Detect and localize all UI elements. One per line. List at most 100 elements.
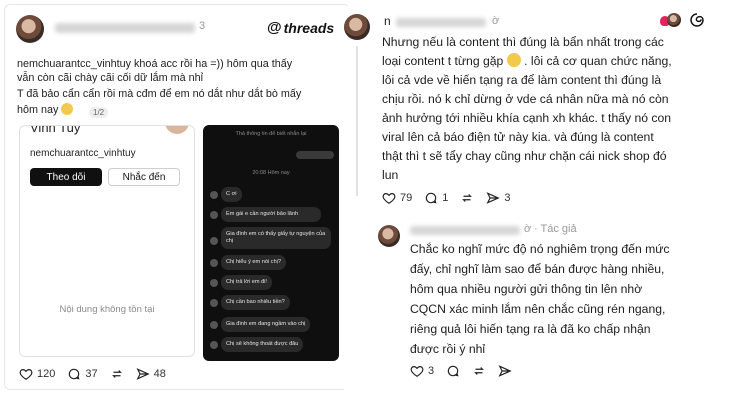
avatar[interactable] (344, 14, 370, 40)
username-initial: n (384, 14, 391, 28)
chat-avatar (210, 279, 218, 287)
post-text-line: vẫn còn cãi chày cãi cối dữ lắm mà nhỉ (17, 72, 204, 84)
chat-avatar (210, 259, 218, 267)
chat-avatar (210, 299, 218, 307)
post-line: Nhưng nếu là content thì đúng là bẩn nhấ… (382, 35, 664, 49)
like-action[interactable]: 120 (19, 367, 55, 381)
post-text-line: T đã bảo cẩn cẩn rồi mà cđm để em nó dắt… (17, 88, 302, 100)
post-line: viral lên cả báo điện tử này kia. và đún… (382, 130, 654, 144)
send-icon (136, 368, 150, 380)
post-time: ờ (492, 15, 500, 27)
post-text-end: hôm nay (17, 104, 59, 116)
repost-action[interactable] (460, 191, 474, 205)
post-line: thật thì t sẽ tẩy chay cũng như chặn cái… (382, 149, 667, 163)
like-count: 3 (428, 365, 435, 377)
share-action[interactable]: 3 (486, 191, 511, 205)
sweat-smile-emoji-icon (61, 103, 74, 115)
reply-action[interactable]: 1 (424, 191, 448, 205)
post-line: lôi cả vde về hiến tạng ra để làm conten… (382, 73, 662, 87)
chat-message: Gia đình em đang ngầm vào chị (221, 317, 311, 332)
reply-count: 1 (442, 192, 449, 204)
post-actions: 3 (410, 364, 524, 378)
username-blurred[interactable] (396, 18, 486, 27)
chat-message: Em gái e cần người bảo lãnh (221, 207, 321, 222)
like-count: 79 (400, 192, 413, 204)
avatar[interactable] (378, 225, 400, 247)
share-action[interactable] (498, 364, 512, 378)
like-count: 120 (37, 368, 56, 380)
thread-line (356, 46, 358, 196)
right-bottom-post: ờ · Tác giả Chắc ko nghĩ mức độ nó nghiê… (344, 205, 732, 390)
image-pager: 1/2 (89, 107, 109, 118)
post-actions: 79 1 3 (382, 191, 523, 205)
threads-at-icon: @ (267, 19, 282, 36)
chat-avatar (210, 211, 218, 219)
reply-action[interactable]: 37 (67, 367, 98, 381)
send-icon (486, 192, 501, 204)
post-line: đấy, chỉ nghĩ làm sao để bán được hàng n… (410, 262, 665, 276)
username-blurred[interactable] (410, 226, 520, 235)
post-text-line: nemchuarantcc_vinhtuy khoá acc rồi ha =)… (17, 58, 293, 70)
small-avatar (667, 13, 681, 27)
post-line: được rồi ý nhỉ (410, 342, 486, 356)
empty-state-text: Nội dung không tồn tại (59, 304, 155, 315)
heart-icon (382, 193, 396, 204)
repost-icon (462, 194, 473, 202)
post-line: riêng quả lôi hiến tạng ra là đã ko chấp… (410, 322, 651, 336)
threads-icon (690, 13, 704, 27)
share-action[interactable]: 48 (136, 367, 166, 381)
chat-message: Chị hiểu ý em nói chị? (221, 255, 287, 270)
repost-icon (111, 370, 122, 378)
send-icon (498, 365, 512, 377)
left-post: 3 @ threads nemchuarantcc_vinhtuy khoá a… (4, 4, 350, 390)
chat-message: Chị sẽ không thoát được đâu (221, 337, 304, 352)
chat-outgoing-bubble (296, 151, 334, 159)
avatar[interactable] (16, 15, 44, 43)
post-time: ờ (524, 223, 532, 235)
repost-action[interactable] (110, 367, 124, 381)
chat-avatar (210, 237, 218, 245)
heart-icon (410, 366, 424, 377)
profile-card-screenshot: Vinh Tuy nemchuarantcc_vinhtuy Theo dõi … (19, 125, 195, 357)
post-line-part: loại content t từng gặp (382, 54, 504, 68)
mention-button[interactable]: Nhắc đến (108, 168, 180, 186)
post-line: chịu rồi. nó k chỉ dừng ở vde cá nhân nữ… (382, 92, 669, 106)
like-action[interactable]: 3 (410, 364, 434, 378)
post-time: 3 (199, 20, 206, 32)
repost-action[interactable] (472, 364, 486, 378)
profile-handle: nemchuarantcc_vinhtuy (30, 148, 136, 159)
repost-icon (474, 367, 485, 375)
chat-avatar (210, 321, 218, 329)
post-line: hôm qua nhiều người gửi thông tin lên nh… (410, 282, 643, 296)
reply-count: 37 (85, 368, 98, 380)
post-line: lun (382, 168, 399, 182)
right-top-post: n ờ Nhưng nếu là content thì đúng là bẩn… (344, 6, 732, 212)
chat-system-notice: Thả thông tin để biết nhắn lại (235, 131, 307, 137)
comment-icon (426, 192, 437, 204)
threads-wordmark: threads (283, 19, 335, 36)
threads-logo: @ threads (267, 19, 334, 36)
chat-time-label: 20:08 Hôm nay (252, 170, 290, 176)
profile-name: Vinh Tuy (30, 125, 81, 135)
share-count: 48 (153, 368, 166, 380)
chat-screenshot: Thả thông tin để biết nhắn lại 20:08 Hôm… (203, 125, 339, 361)
username-blurred[interactable] (55, 23, 195, 33)
like-action[interactable]: 79 (382, 191, 412, 205)
comment-icon (69, 368, 80, 380)
profile-avatar (165, 126, 189, 134)
author-tag: · Tác giả (534, 223, 577, 235)
chat-message: Chị trả lời em đi! (221, 275, 272, 290)
chat-message: Chị cần bao nhiêu tiền? (221, 295, 290, 310)
post-actions: 120 37 48 (19, 367, 178, 381)
heart-icon (19, 369, 33, 380)
chat-message: Gia đình em có thấy giấy tự nguyện của c… (221, 227, 331, 249)
post-line: CQCN xác minh lắm nên chắc cũng rén ngan… (410, 302, 666, 316)
follow-button[interactable]: Theo dõi (30, 168, 102, 186)
post-text-line: hôm nay (17, 103, 74, 117)
post-line: loại content t từng gặp . lôi cả cơ quan… (382, 52, 672, 71)
reply-action[interactable] (446, 364, 460, 378)
chat-avatar (210, 341, 218, 349)
post-line: Chắc ko nghĩ mức độ nó nghiêm trọng đến … (410, 242, 670, 256)
comment-icon (447, 365, 459, 377)
share-count: 3 (504, 192, 511, 204)
